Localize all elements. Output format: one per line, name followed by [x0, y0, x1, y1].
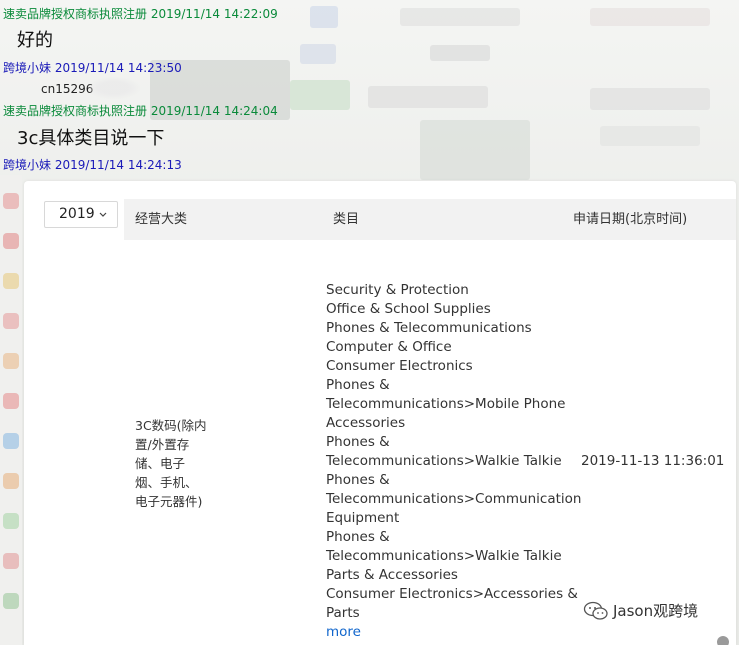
background-shape — [290, 80, 350, 110]
subcategory-line: Telecommunications>Communication — [326, 491, 582, 507]
message-time: 2019/11/14 14:24:13 — [54, 158, 182, 172]
subcategory-line: Parts & Accessories — [326, 567, 458, 583]
category-line: 电子元器件) — [135, 494, 203, 509]
subcategory-line: Phones & — [326, 377, 390, 393]
background-shape — [590, 88, 710, 110]
subcategory-line: Consumer Electronics>Accessories & — [326, 586, 578, 602]
subcategory-line: Phones & Telecommunications — [326, 320, 532, 336]
category-line: 储、电子 — [135, 456, 186, 471]
background-shape — [420, 120, 530, 180]
message-text: 好的 — [17, 30, 53, 51]
message-time: 2019/11/14 14:22:09 — [150, 7, 278, 21]
message-time: 2019/11/14 14:24:04 — [150, 104, 278, 118]
sender-name: 速卖品牌授权商标执照注册 — [3, 7, 148, 21]
background-icon — [3, 473, 19, 489]
background-icon — [3, 233, 19, 249]
background-icon — [3, 193, 19, 209]
apply-date-cell: 2019-11-13 11:36:01 — [581, 453, 725, 469]
category-line: 置/外置存 — [135, 437, 190, 452]
message-text: 3c具体类目说一下 — [17, 128, 165, 149]
background-icon — [3, 553, 19, 569]
background-sidebar — [0, 175, 22, 645]
subcategory-line: Office & School Supplies — [326, 301, 491, 317]
subcategory-line: Accessories — [326, 415, 406, 431]
year-select[interactable]: 2019 — [44, 201, 118, 228]
background-shape — [368, 86, 488, 108]
table-header: 经营大类 类目 申请日期(北京时间) — [124, 199, 736, 240]
column-header-category: 经营大类 — [135, 212, 188, 227]
redaction-smudge — [88, 77, 140, 99]
subcategory-line: Equipment — [326, 510, 400, 526]
message-text: cn15296 — [41, 82, 94, 96]
background-shape — [310, 6, 338, 28]
message-header: 跨境小妹 2019/11/14 14:23:50 — [3, 61, 182, 75]
category-cell: 3C数码(除内 置/外置存 储、电子 烟、手机、 电子元器件) — [135, 416, 215, 511]
background-shape — [300, 44, 336, 64]
watermark-text: Jason观跨境 — [613, 602, 699, 620]
subcategory-line: Telecommunications>Walkie Talkie — [326, 548, 562, 564]
subcategory-line: Computer & Office — [326, 339, 452, 355]
corner-button[interactable] — [717, 636, 729, 645]
message-header: 跨境小妹 2019/11/14 14:24:13 — [3, 158, 182, 172]
category-line: 烟、手机、 — [135, 475, 198, 490]
subcategory-line: Parts — [326, 605, 360, 621]
message-header: 速卖品牌授权商标执照注册 2019/11/14 14:24:04 — [3, 104, 278, 118]
message-header: 速卖品牌授权商标执照注册 2019/11/14 14:22:09 — [3, 7, 278, 21]
subcategory-line: Phones & — [326, 434, 390, 450]
background-shape — [400, 8, 520, 26]
watermark: Jason观跨境 — [583, 600, 698, 621]
more-link[interactable]: more — [326, 623, 566, 642]
wechat-icon — [583, 601, 608, 620]
subcategory-line: Phones & — [326, 529, 390, 545]
background-shape — [430, 45, 490, 61]
sender-name: 跨境小妹 — [3, 61, 52, 75]
subcategory-line: Telecommunications>Mobile Phone — [326, 396, 566, 412]
sender-name: 速卖品牌授权商标执照注册 — [3, 104, 148, 118]
subcategory-line: Telecommunications>Walkie Talkie — [326, 453, 562, 469]
subcategory-line: Phones & — [326, 472, 390, 488]
background-icon — [3, 353, 19, 369]
background-shape — [600, 126, 700, 146]
background-icon — [3, 513, 19, 529]
column-header-apply-date: 申请日期(北京时间) — [573, 212, 688, 227]
background-icon — [3, 393, 19, 409]
subcategory-line: Consumer Electronics — [326, 358, 473, 374]
background-icon — [3, 593, 19, 609]
background-shape — [590, 8, 710, 26]
background-icon — [3, 313, 19, 329]
background-icon — [3, 433, 19, 449]
subcategory-line: Security & Protection — [326, 282, 469, 298]
category-line: 3C数码(除内 — [135, 418, 207, 433]
background-icon — [3, 273, 19, 289]
year-select-value: 2019 — [59, 206, 95, 222]
chevron-down-icon — [99, 202, 107, 237]
column-header-subcategory: 类目 — [333, 212, 360, 227]
sender-name: 跨境小妹 — [3, 158, 52, 172]
message-time: 2019/11/14 14:23:50 — [54, 61, 182, 75]
subcategory-cell: Security & Protection Office & School Su… — [326, 281, 582, 642]
category-screenshot: 2019 经营大类 类目 申请日期(北京时间) 3C数码(除内 置/外置存 储、… — [24, 181, 736, 645]
